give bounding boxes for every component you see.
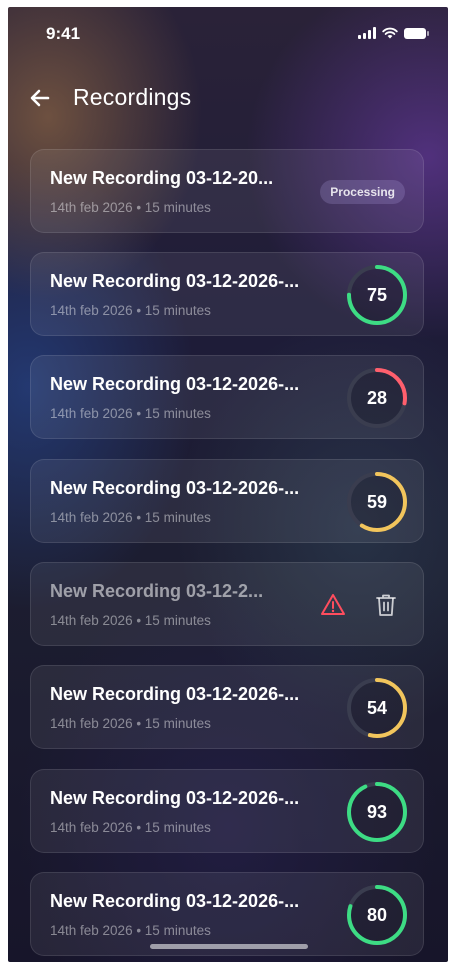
score-ring: 80 bbox=[345, 883, 409, 947]
recording-title: New Recording 03-12-2026-... bbox=[50, 374, 300, 394]
recording-title: New Recording 03-12-2026-... bbox=[50, 788, 300, 808]
recording-title: New Recording 03-12-2026-... bbox=[50, 891, 300, 911]
recording-meta: 14th feb 2026 • 15 minutes bbox=[50, 820, 211, 835]
recording-card-failed[interactable]: New Recording 03-12-2... 14th feb 2026 •… bbox=[30, 562, 424, 646]
recording-meta: 14th feb 2026 • 15 minutes bbox=[50, 510, 211, 525]
processing-badge: Processing bbox=[320, 180, 405, 204]
wifi-icon bbox=[382, 27, 398, 39]
score-value: 75 bbox=[366, 285, 388, 305]
recording-meta: 14th feb 2026 • 15 minutes bbox=[50, 303, 211, 318]
status-bar: 9:41 bbox=[8, 7, 448, 57]
back-arrow-icon[interactable] bbox=[26, 84, 54, 112]
recording-title: New Recording 03-12-2026-... bbox=[50, 478, 300, 498]
recording-title: New Recording 03-12-2026-... bbox=[50, 271, 300, 291]
score-ring: 59 bbox=[345, 470, 409, 534]
score-value: 59 bbox=[366, 492, 388, 512]
recording-meta: 14th feb 2026 • 15 minutes bbox=[50, 716, 211, 731]
recording-meta: 14th feb 2026 • 15 minutes bbox=[50, 200, 211, 215]
status-time: 9:41 bbox=[46, 24, 81, 43]
score-ring: 28 bbox=[345, 366, 409, 430]
recording-title: New Recording 03-12-2... bbox=[50, 581, 264, 601]
page-title: Recordings bbox=[73, 84, 192, 110]
score-ring: 93 bbox=[345, 780, 409, 844]
recording-title: New Recording 03-12-2026-... bbox=[50, 684, 300, 704]
header: Recordings bbox=[8, 79, 448, 119]
recording-card[interactable]: New Recording 03-12-2026-... 14th feb 20… bbox=[30, 355, 424, 439]
trash-icon[interactable] bbox=[374, 592, 398, 618]
recording-card[interactable]: New Recording 03-12-2026-... 14th feb 20… bbox=[30, 665, 424, 749]
cellular-signal-icon bbox=[358, 27, 376, 39]
recording-meta: 14th feb 2026 • 15 minutes bbox=[50, 923, 211, 938]
status-icons bbox=[358, 27, 429, 39]
warning-icon[interactable] bbox=[319, 591, 347, 619]
score-value: 54 bbox=[366, 698, 388, 718]
battery-icon bbox=[404, 27, 429, 39]
score-value: 93 bbox=[366, 802, 388, 822]
score-value: 80 bbox=[366, 905, 388, 925]
score-ring: 75 bbox=[345, 263, 409, 327]
recording-card[interactable]: New Recording 03-12-2026-... 14th feb 20… bbox=[30, 769, 424, 853]
recording-title: New Recording 03-12-20... bbox=[50, 168, 274, 188]
recording-card[interactable]: New Recording 03-12-2026-... 14th feb 20… bbox=[30, 252, 424, 336]
recording-meta: 14th feb 2026 • 15 minutes bbox=[50, 613, 211, 628]
phone-screen: 9:41 Recordings New Recording 03-12-20..… bbox=[8, 7, 448, 962]
recording-card[interactable]: New Recording 03-12-20... 14th feb 2026 … bbox=[30, 149, 424, 233]
score-value: 28 bbox=[366, 388, 388, 408]
score-ring: 54 bbox=[345, 676, 409, 740]
recording-card[interactable]: New Recording 03-12-2026-... 14th feb 20… bbox=[30, 459, 424, 543]
home-indicator bbox=[150, 944, 308, 949]
recording-meta: 14th feb 2026 • 15 minutes bbox=[50, 406, 211, 421]
